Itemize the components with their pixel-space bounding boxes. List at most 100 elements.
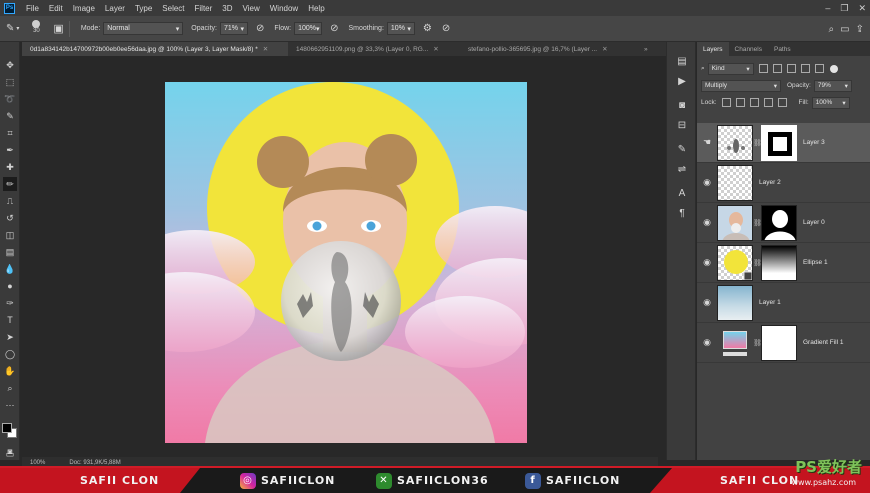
eraser-tool-icon[interactable]: ◫ bbox=[3, 228, 17, 242]
workspace-icon[interactable]: ▭ bbox=[840, 24, 849, 35]
clone-stamp-tool-icon[interactable]: ⎍ bbox=[3, 194, 17, 208]
smoothing-field[interactable]: 10% ▾ bbox=[386, 22, 415, 35]
close-icon[interactable]: ✕ bbox=[433, 45, 438, 53]
quick-select-tool-icon[interactable]: ✎ bbox=[3, 109, 17, 123]
menu-3d[interactable]: 3D bbox=[217, 4, 237, 13]
layer-row-layer-3[interactable]: ☚ ⛓ Layer 3 bbox=[697, 123, 870, 163]
layer-row-layer-2[interactable]: ◉ Layer 2 bbox=[697, 163, 870, 203]
airbrush-icon[interactable]: ⊘ bbox=[330, 23, 338, 34]
document-canvas[interactable] bbox=[165, 82, 527, 443]
eye-icon[interactable]: ◉ bbox=[697, 297, 717, 308]
paragraph-panel-icon[interactable]: ¶ bbox=[675, 206, 689, 220]
adjustments-panel-icon[interactable]: ⊟ bbox=[675, 118, 689, 132]
shape-tool-icon[interactable]: ◯ bbox=[3, 347, 17, 361]
filter-toggle-icon[interactable] bbox=[829, 64, 838, 73]
layer-filter-dropdown[interactable]: Kind ▾ bbox=[707, 62, 754, 75]
brush-tool-icon[interactable]: ✎ bbox=[6, 23, 14, 34]
filter-pixel-icon[interactable] bbox=[758, 64, 768, 73]
eye-icon[interactable]: ◉ bbox=[697, 257, 717, 268]
menu-help[interactable]: Help bbox=[303, 4, 329, 13]
screen-mode-icon[interactable]: ▭ bbox=[3, 447, 17, 461]
healing-brush-tool-icon[interactable]: ✚ bbox=[3, 160, 17, 174]
path-select-tool-icon[interactable]: ➤ bbox=[3, 330, 17, 344]
brush-tool-icon[interactable]: ✏ bbox=[3, 177, 17, 191]
tab-layers[interactable]: Layers bbox=[697, 42, 729, 56]
gradient-tool-icon[interactable]: ▤ bbox=[3, 245, 17, 259]
layer-row-ellipse-1[interactable]: ◉ ⛓ Ellipse 1 bbox=[697, 243, 870, 283]
minimize-icon[interactable]: – bbox=[825, 3, 830, 13]
filter-shape-icon[interactable] bbox=[800, 64, 810, 73]
filter-type-icon[interactable] bbox=[786, 64, 796, 73]
menu-layer[interactable]: Layer bbox=[100, 4, 130, 13]
pressure-opacity-icon[interactable]: ⊘ bbox=[256, 23, 264, 34]
opacity-field[interactable]: 71% ▾ bbox=[219, 22, 248, 35]
document-tab-2[interactable]: 1480662951109.png @ 33,3% (Layer 0, RG..… bbox=[288, 42, 460, 56]
instagram-handle[interactable]: ◎ SAFIICLON bbox=[240, 468, 335, 493]
lock-artboard-icon[interactable] bbox=[763, 98, 773, 107]
gear-icon[interactable]: ⚙ bbox=[423, 23, 432, 34]
menu-select[interactable]: Select bbox=[157, 4, 189, 13]
actions-play-icon[interactable]: ▶ bbox=[675, 74, 689, 88]
blur-tool-icon[interactable]: 💧 bbox=[3, 262, 17, 276]
close-icon[interactable]: ✕ bbox=[858, 3, 866, 14]
canvas-workspace[interactable] bbox=[22, 56, 658, 457]
layer-name[interactable]: Ellipse 1 bbox=[803, 259, 828, 266]
blend-mode-dropdown[interactable]: Multiply ▾ bbox=[701, 79, 781, 92]
layer-name[interactable]: Layer 0 bbox=[803, 219, 825, 226]
fill-field[interactable]: 100% ▾ bbox=[811, 96, 850, 109]
layer-name[interactable]: Layer 3 bbox=[803, 139, 825, 146]
layer-name[interactable]: Layer 1 bbox=[759, 299, 781, 306]
document-tab-3[interactable]: stefano-pollio-365695.jpg @ 16,7% (Layer… bbox=[460, 42, 636, 56]
lasso-tool-icon[interactable]: ➰ bbox=[3, 92, 17, 106]
layer-mask-thumbnail[interactable] bbox=[761, 324, 797, 361]
layer-mask-thumbnail[interactable] bbox=[761, 244, 797, 281]
filter-smart-object-icon[interactable] bbox=[814, 64, 824, 73]
marquee-tool-icon[interactable]: ⬚ bbox=[3, 75, 17, 89]
character-panel-icon[interactable]: A bbox=[675, 186, 689, 200]
link-icon[interactable]: ⛓ bbox=[753, 139, 762, 147]
properties-panel-icon[interactable]: ◙ bbox=[675, 98, 689, 112]
brush-settings-icon[interactable]: ▣ bbox=[53, 22, 63, 35]
layer-mask-thumbnail[interactable] bbox=[761, 124, 797, 161]
pen-tool-icon[interactable]: ✑ bbox=[3, 296, 17, 310]
eyedropper-tool-icon[interactable]: ✒ bbox=[3, 143, 17, 157]
layer-row-gradient-fill-1[interactable]: ◉ ⛓ Gradient Fill 1 bbox=[697, 323, 870, 363]
eye-icon[interactable]: ◉ bbox=[697, 337, 717, 348]
tab-paths[interactable]: Paths bbox=[768, 42, 797, 56]
zoom-level[interactable]: 100% bbox=[30, 460, 45, 466]
tab-channels[interactable]: Channels bbox=[729, 42, 768, 56]
history-brush-tool-icon[interactable]: ↺ bbox=[3, 211, 17, 225]
dodge-tool-icon[interactable]: ● bbox=[3, 279, 17, 293]
flow-field[interactable]: 100% ▾ bbox=[294, 22, 323, 35]
more-tools-icon[interactable]: ⋯ bbox=[3, 398, 17, 412]
link-icon[interactable]: ⛓ bbox=[753, 339, 762, 347]
layer-row-layer-1[interactable]: ◉ Layer 1 bbox=[697, 283, 870, 323]
lock-image-icon[interactable] bbox=[735, 98, 745, 107]
eye-icon[interactable]: ◉ bbox=[697, 177, 717, 188]
lock-all-icon[interactable] bbox=[777, 98, 787, 107]
lock-transparent-icon[interactable] bbox=[721, 98, 731, 107]
brush-settings-panel-icon[interactable]: ✎ bbox=[675, 142, 689, 156]
menu-file[interactable]: File bbox=[21, 4, 44, 13]
hand-cursor-icon[interactable]: ☚ bbox=[697, 137, 717, 148]
link-icon[interactable]: ⛓ bbox=[753, 219, 762, 227]
search-icon[interactable]: ⌕ bbox=[829, 24, 835, 35]
hand-tool-icon[interactable]: ✋ bbox=[3, 364, 17, 378]
document-tab-1[interactable]: 0d1a834142b14700972b00eb0ee56daa.jpg @ 1… bbox=[22, 42, 288, 56]
layer-name[interactable]: Layer 2 bbox=[759, 179, 781, 186]
crop-tool-icon[interactable]: ⌗ bbox=[3, 126, 17, 140]
link-icon[interactable]: ⛓ bbox=[753, 259, 762, 267]
other-handle[interactable]: ✕ SAFIICLON36 bbox=[376, 468, 489, 493]
brush-preset-picker[interactable]: 30 bbox=[27, 19, 45, 38]
lock-position-icon[interactable] bbox=[749, 98, 759, 107]
pressure-size-icon[interactable]: ⊘ bbox=[442, 23, 450, 34]
menu-edit[interactable]: Edit bbox=[44, 4, 68, 13]
close-icon[interactable]: ✕ bbox=[602, 45, 607, 53]
type-tool-icon[interactable]: T bbox=[3, 313, 17, 327]
share-icon[interactable]: ⇪ bbox=[856, 24, 864, 35]
mode-dropdown[interactable]: Normal ▾ bbox=[103, 22, 184, 35]
menu-view[interactable]: View bbox=[238, 4, 265, 13]
menu-type[interactable]: Type bbox=[130, 4, 157, 13]
menu-image[interactable]: Image bbox=[68, 4, 100, 13]
restore-icon[interactable]: ❐ bbox=[840, 3, 848, 14]
